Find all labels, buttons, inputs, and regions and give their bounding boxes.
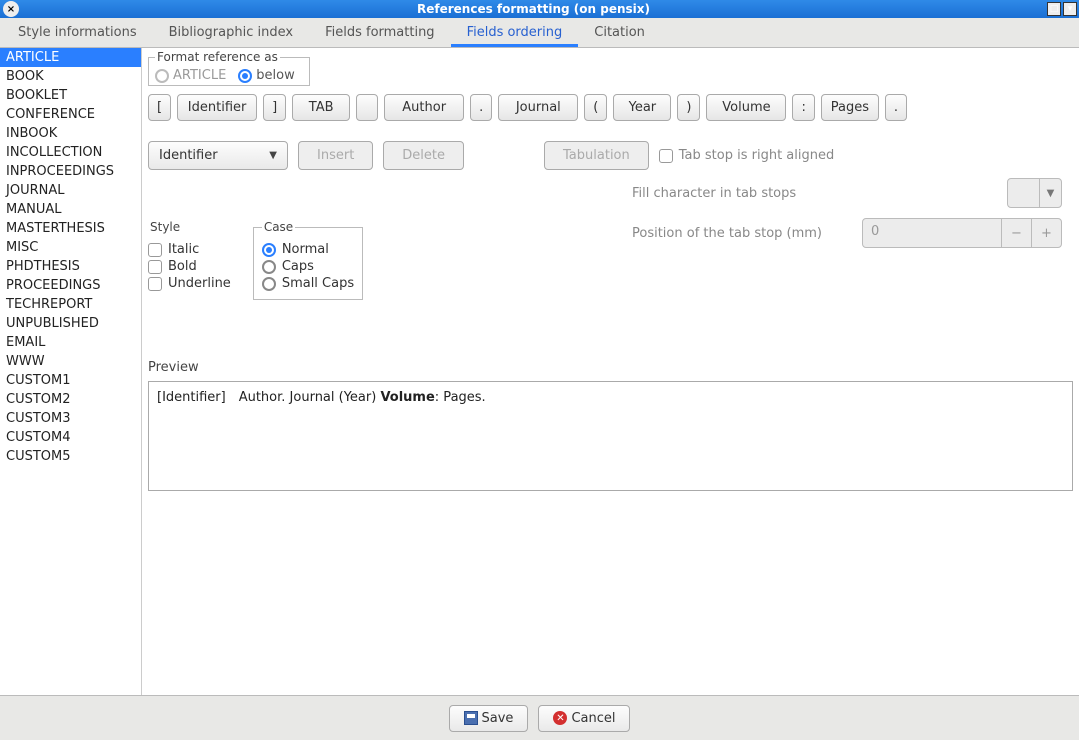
entry-type-list[interactable]: ARTICLEBOOKBOOKLETCONFERENCEINBOOKINCOLL…	[0, 48, 142, 695]
italic-label: Italic	[168, 242, 199, 257]
tab-options: Fill character in tab stops ▼ Position o…	[632, 136, 1062, 258]
bold-label: Bold	[168, 259, 197, 274]
window-title: References formatting (on pensix)	[22, 2, 1045, 16]
token-identifier[interactable]: Identifier	[177, 94, 257, 121]
dialog-footer: Save ✕ Cancel	[0, 696, 1079, 740]
token-[interactable]: ]	[263, 94, 286, 121]
tab-position-spinner[interactable]: 0 − +	[862, 218, 1062, 248]
sidebar-item-custom5[interactable]: CUSTOM5	[0, 447, 141, 466]
tab-style-informations[interactable]: Style informations	[2, 18, 153, 47]
field-selector-combo[interactable]: Identifier ▼	[148, 141, 288, 170]
close-icon[interactable]: ×	[3, 1, 19, 17]
sidebar-item-unpublished[interactable]: UNPUBLISHED	[0, 314, 141, 333]
sidebar-item-book[interactable]: BOOK	[0, 67, 141, 86]
normal-label: Normal	[282, 242, 329, 257]
tab-fields-ordering[interactable]: Fields ordering	[451, 18, 579, 47]
tab-bar: Style informations Bibliographic index F…	[0, 18, 1079, 48]
sidebar-item-masterthesis[interactable]: MASTERTHESIS	[0, 219, 141, 238]
tab-position-label: Position of the tab stop (mm)	[632, 226, 862, 241]
maximize-icon[interactable]: □	[1047, 2, 1061, 16]
token-author[interactable]: Author	[384, 94, 464, 121]
underline-label: Underline	[168, 276, 231, 291]
radio-small-caps[interactable]	[262, 277, 276, 291]
fill-char-label: Fill character in tab stops	[632, 186, 1007, 201]
radio-normal[interactable]	[262, 243, 276, 257]
tab-fields-formatting[interactable]: Fields formatting	[309, 18, 450, 47]
case-group: Case Normal Caps Small Caps	[253, 220, 363, 300]
chevron-down-icon: ▼	[269, 150, 277, 161]
case-legend: Case	[262, 220, 295, 234]
fill-char-combo[interactable]: ▼	[1007, 178, 1062, 208]
sidebar-item-email[interactable]: EMAIL	[0, 333, 141, 352]
token-[interactable]: .	[470, 94, 492, 121]
window-titlebar: × References formatting (on pensix) □ ▾	[0, 0, 1079, 18]
sidebar-item-inproceedings[interactable]: INPROCEEDINGS	[0, 162, 141, 181]
token-[interactable]: [	[148, 94, 171, 121]
insert-button[interactable]: Insert	[298, 141, 373, 170]
format-as-group: Format reference as ARTICLE below	[148, 50, 310, 86]
underline-checkbox[interactable]	[148, 277, 162, 291]
italic-checkbox[interactable]	[148, 243, 162, 257]
sidebar-item-custom3[interactable]: CUSTOM3	[0, 409, 141, 428]
cancel-button[interactable]: ✕ Cancel	[538, 705, 630, 732]
tab-position-value: 0	[863, 219, 1001, 247]
spinner-up-button[interactable]: +	[1031, 219, 1061, 247]
sidebar-item-journal[interactable]: JOURNAL	[0, 181, 141, 200]
token-year[interactable]: Year	[613, 94, 671, 121]
save-icon	[464, 711, 478, 725]
sidebar-item-incollection[interactable]: INCOLLECTION	[0, 143, 141, 162]
sidebar-item-conference[interactable]: CONFERENCE	[0, 105, 141, 124]
sidebar-item-custom1[interactable]: CUSTOM1	[0, 371, 141, 390]
token-[interactable]: :	[792, 94, 814, 121]
save-label: Save	[482, 711, 514, 726]
token-journal[interactable]: Journal	[498, 94, 578, 121]
caps-label: Caps	[282, 259, 314, 274]
sidebar-item-manual[interactable]: MANUAL	[0, 200, 141, 219]
preview-box: [Identifier] Author. Journal (Year) Volu…	[148, 381, 1073, 491]
cancel-icon: ✕	[553, 711, 567, 725]
style-group: Style Italic Bold Underline	[148, 220, 239, 300]
token-sequence: [Identifier]TABAuthor.Journal(Year)Volum…	[148, 94, 1073, 121]
sidebar-item-misc[interactable]: MISC	[0, 238, 141, 257]
sidebar-item-techreport[interactable]: TECHREPORT	[0, 295, 141, 314]
preview-label: Preview	[148, 360, 1073, 375]
sidebar-item-custom2[interactable]: CUSTOM2	[0, 390, 141, 409]
sidebar-item-proceedings[interactable]: PROCEEDINGS	[0, 276, 141, 295]
token-[interactable]: .	[885, 94, 907, 121]
bold-checkbox[interactable]	[148, 260, 162, 274]
minimize-icon[interactable]: ▾	[1063, 2, 1077, 16]
preview-text-bold: Volume	[380, 390, 434, 405]
radio-caps[interactable]	[262, 260, 276, 274]
spinner-down-button[interactable]: −	[1001, 219, 1031, 247]
field-selector-value: Identifier	[159, 148, 218, 163]
delete-button[interactable]: Delete	[383, 141, 464, 170]
radio-below-label: below	[256, 68, 294, 83]
radio-article[interactable]	[155, 69, 169, 83]
sidebar-item-www[interactable]: WWW	[0, 352, 141, 371]
sidebar-item-booklet[interactable]: BOOKLET	[0, 86, 141, 105]
chevron-down-icon: ▼	[1039, 179, 1061, 207]
style-legend: Style	[148, 220, 182, 234]
format-as-legend: Format reference as	[155, 50, 280, 64]
token-volume[interactable]: Volume	[706, 94, 786, 121]
sidebar-item-custom4[interactable]: CUSTOM4	[0, 428, 141, 447]
sidebar-item-article[interactable]: ARTICLE	[0, 48, 141, 67]
small-caps-label: Small Caps	[282, 276, 354, 291]
sidebar-item-inbook[interactable]: INBOOK	[0, 124, 141, 143]
radio-article-label: ARTICLE	[173, 68, 226, 83]
token-tab[interactable]: TAB	[292, 94, 350, 121]
preview-text-after: : Pages.	[435, 390, 486, 405]
radio-below[interactable]	[238, 69, 252, 83]
save-button[interactable]: Save	[449, 705, 529, 732]
token-[interactable]: (	[584, 94, 607, 121]
cancel-label: Cancel	[571, 711, 615, 726]
token-blank[interactable]	[356, 94, 378, 121]
tab-citation[interactable]: Citation	[578, 18, 661, 47]
token-[interactable]: )	[677, 94, 700, 121]
sidebar-item-phdthesis[interactable]: PHDTHESIS	[0, 257, 141, 276]
preview-text-before: [Identifier] Author. Journal (Year)	[157, 390, 380, 405]
tab-bibliographic-index[interactable]: Bibliographic index	[153, 18, 309, 47]
token-pages[interactable]: Pages	[821, 94, 879, 121]
